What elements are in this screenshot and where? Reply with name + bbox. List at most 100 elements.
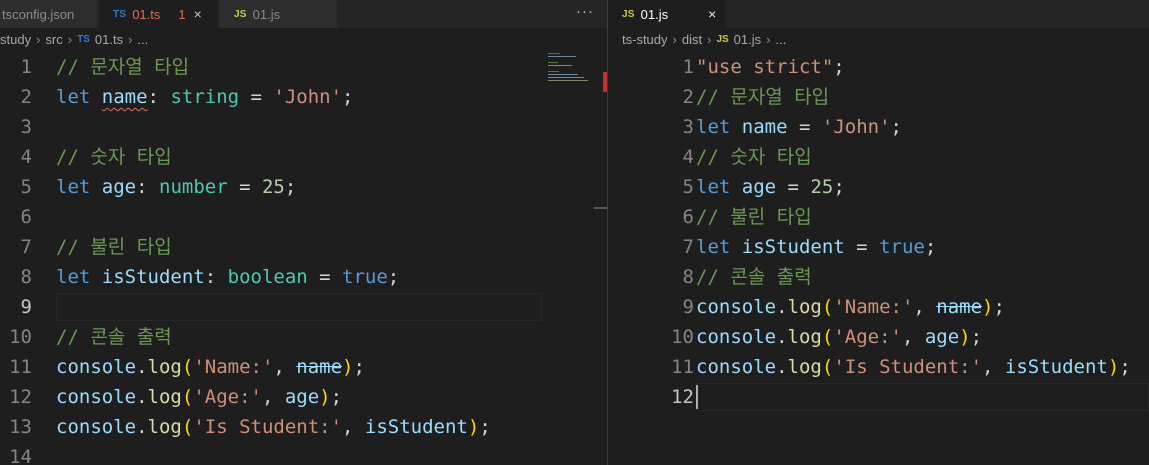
code-token: ( — [821, 326, 834, 348]
code-token: let — [696, 236, 731, 258]
code-token: ) — [467, 416, 480, 438]
code-token: = — [307, 266, 343, 288]
code-token: age — [284, 386, 320, 408]
current-line-highlight — [696, 383, 1149, 411]
code-token: "use strict" — [696, 56, 834, 78]
code-line[interactable]: // 숫자 타입 — [696, 142, 812, 172]
code-token: , — [261, 386, 285, 408]
code-token: ) — [342, 356, 354, 378]
typescript-file-icon: TS — [113, 8, 127, 20]
code-line[interactable]: // 콘솔 출력 — [56, 322, 172, 352]
code-line[interactable]: // 콘솔 출력 — [696, 262, 812, 292]
code-line[interactable]: let isStudent = true; — [696, 232, 936, 262]
code-token: // 콘솔 출력 — [696, 266, 812, 288]
code-token: log — [787, 356, 822, 378]
code-token: // 문자열 타입 — [696, 86, 830, 108]
code-line[interactable]: let age: number = 25; — [56, 172, 296, 202]
tab-01-ts[interactable]: TS 01.ts 1 × — [99, 0, 218, 28]
code-token: ; — [353, 356, 365, 378]
tab-label: 01.js — [640, 6, 669, 22]
line-number: 2 — [682, 86, 694, 108]
code-token: ; — [1119, 356, 1131, 378]
code-line[interactable]: // 문자열 타입 — [56, 52, 189, 82]
code-editor[interactable]: 1 // 문자열 타입 2 let name: string = 'John'; 3 4 /… — [0, 52, 607, 465]
code-token: 'Age:' — [833, 326, 902, 348]
close-icon[interactable]: × — [194, 6, 202, 22]
right-tab-bar: JS 01.js × — [608, 0, 1149, 28]
minimap[interactable] — [548, 52, 600, 82]
code-token: number — [159, 176, 228, 198]
breadcrumb-symbol[interactable]: ... — [775, 32, 786, 47]
code-line[interactable]: let isStudent: boolean = true; — [56, 262, 399, 292]
code-token: ) — [959, 326, 971, 348]
code-line[interactable]: console.log('Age:', age); — [696, 322, 982, 352]
line-number: 4 — [20, 146, 32, 168]
code-line[interactable]: console.log('Name:', name); — [56, 352, 365, 382]
code-line[interactable]: console.log('Name:', name); — [696, 292, 1005, 322]
code-line[interactable]: let age = 25; — [696, 172, 845, 202]
code-line[interactable]: let name = 'John'; — [696, 112, 902, 142]
minimap-line — [548, 56, 576, 57]
code-editor[interactable]: 1 "use strict"; 2// 문자열 타입 3 let name = 'Joh… — [608, 52, 1149, 465]
code-line[interactable]: console.log('Is Student:', isStudent); — [56, 412, 491, 442]
breadcrumb-folder[interactable]: src — [45, 32, 62, 47]
breadcrumb-folder[interactable]: dist — [682, 32, 702, 47]
code-token: ( — [181, 386, 194, 408]
code-token: , — [913, 296, 937, 318]
line-number: 4 — [682, 146, 694, 168]
code-token: = — [239, 86, 274, 108]
breadcrumb-file[interactable]: 01.js — [734, 32, 761, 47]
breadcrumb-folder[interactable]: study — [0, 32, 31, 47]
code-line[interactable]: // 불린 타입 — [696, 202, 812, 232]
chevron-right-icon: › — [707, 31, 712, 47]
code-line[interactable]: let name: string = 'John'; — [56, 82, 354, 112]
line-number: 8 — [20, 266, 32, 288]
tab-01-js[interactable]: JS 01.js × — [608, 0, 726, 28]
code-token: 'Is Student:' — [833, 356, 983, 378]
code-token: ; — [833, 56, 845, 78]
code-token: 25 — [810, 176, 834, 198]
minimap-line — [548, 65, 572, 66]
text-cursor — [696, 385, 698, 409]
minimap-line — [548, 62, 558, 63]
code-token: console — [56, 386, 137, 408]
code-line[interactable]: // 불린 타입 — [56, 232, 172, 262]
tab-label: 01.ts — [132, 6, 161, 22]
code-line[interactable]: // 문자열 타입 — [696, 82, 829, 112]
code-token: = — [844, 236, 880, 258]
more-actions-button[interactable]: ··· — [576, 0, 594, 28]
code-token: , — [982, 356, 1005, 378]
tab-tsconfig-json[interactable]: tsconfig.json — [0, 0, 98, 28]
code-line[interactable]: "use strict"; — [696, 52, 845, 82]
code-token: ( — [821, 356, 834, 378]
line-number: 14 — [9, 446, 32, 465]
code-token: 'John' — [273, 86, 343, 108]
close-icon[interactable]: × — [708, 6, 716, 22]
code-token: age — [741, 176, 777, 198]
line-number: 10 — [671, 326, 694, 348]
breadcrumb-file[interactable]: 01.ts — [95, 32, 123, 47]
code-token: ; — [833, 176, 845, 198]
code-token: log — [147, 416, 182, 438]
breadcrumb-folder[interactable]: ts-study — [622, 32, 668, 47]
code-token: name — [936, 296, 983, 318]
code-token: = — [787, 116, 822, 138]
code-token: true — [879, 236, 925, 258]
code-line[interactable]: console.log('Is Student:', isStudent); — [696, 352, 1131, 382]
line-number: 3 — [682, 116, 694, 138]
minimap-line — [548, 80, 588, 81]
code-token: // 불린 타입 — [56, 236, 172, 258]
chevron-right-icon: › — [36, 31, 41, 47]
code-token: ; — [970, 326, 983, 348]
code-token: , — [342, 416, 365, 438]
code-token: isStudent — [101, 266, 205, 288]
error-count-badge: 1 — [178, 6, 186, 22]
code-line[interactable]: // 숫자 타입 — [56, 142, 172, 172]
breadcrumb-symbol[interactable]: ... — [137, 32, 148, 47]
code-line[interactable]: console.log('Age:', age); — [56, 382, 342, 412]
tab-01-js[interactable]: JS 01.js — [219, 0, 338, 28]
code-token: name — [101, 86, 148, 108]
